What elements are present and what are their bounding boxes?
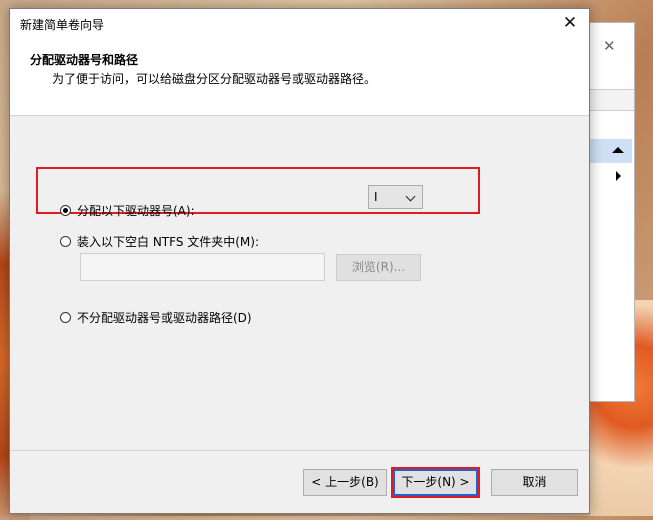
- title-bar: 新建简单卷向导 ✕: [10, 9, 589, 39]
- scroll-up-icon[interactable]: [612, 147, 624, 153]
- browse-button[interactable]: 浏览(R)...: [336, 254, 421, 281]
- window-title: 新建简单卷向导: [20, 18, 105, 32]
- mount-folder-option[interactable]: 装入以下空白 NTFS 文件夹中(M):: [60, 233, 259, 250]
- next-button[interactable]: 下一步(N) >: [391, 467, 480, 498]
- page-title: 分配驱动器号和路径: [30, 53, 139, 67]
- assign-letter-radio[interactable]: [60, 205, 71, 216]
- page-subtitle: 为了便于访问，可以给磁盘分区分配驱动器号或驱动器路径。: [52, 72, 377, 86]
- background-selected-row[interactable]: [588, 139, 632, 163]
- expand-arrow-icon[interactable]: [616, 171, 621, 181]
- background-window: ✕: [587, 22, 635, 402]
- back-button[interactable]: < 上一步(B): [303, 469, 387, 496]
- no-letter-radio[interactable]: [60, 312, 71, 323]
- no-letter-label: 不分配驱动器号或驱动器路径(D): [77, 311, 252, 325]
- chevron-down-icon: [405, 191, 416, 202]
- mount-folder-label: 装入以下空白 NTFS 文件夹中(M):: [77, 235, 260, 249]
- assign-letter-label: 分配以下驱动器号(A):: [77, 204, 195, 218]
- assign-letter-option[interactable]: 分配以下驱动器号(A):: [60, 202, 195, 219]
- no-letter-option[interactable]: 不分配驱动器号或驱动器路径(D): [60, 309, 252, 326]
- background-close-icon[interactable]: ✕: [603, 37, 616, 55]
- wizard-content: 分配以下驱动器号(A): I 装入以下空白 NTFS 文件夹中(M): 浏览(R…: [10, 116, 589, 446]
- drive-letter-select[interactable]: I: [368, 185, 423, 209]
- footer-divider: [10, 450, 589, 451]
- radio-selected-dot: [63, 208, 68, 213]
- cancel-button[interactable]: 取消: [491, 469, 578, 496]
- new-simple-volume-wizard: 新建简单卷向导 ✕ 分配驱动器号和路径 为了便于访问，可以给磁盘分区分配驱动器号…: [9, 8, 590, 514]
- wizard-header: 分配驱动器号和路径 为了便于访问，可以给磁盘分区分配驱动器号或驱动器路径。: [10, 39, 589, 116]
- background-header-bar: [588, 89, 634, 111]
- close-icon[interactable]: ✕: [559, 13, 581, 35]
- drive-letter-value: I: [374, 190, 378, 204]
- mount-folder-radio[interactable]: [60, 236, 71, 247]
- folder-path-input[interactable]: [80, 253, 325, 281]
